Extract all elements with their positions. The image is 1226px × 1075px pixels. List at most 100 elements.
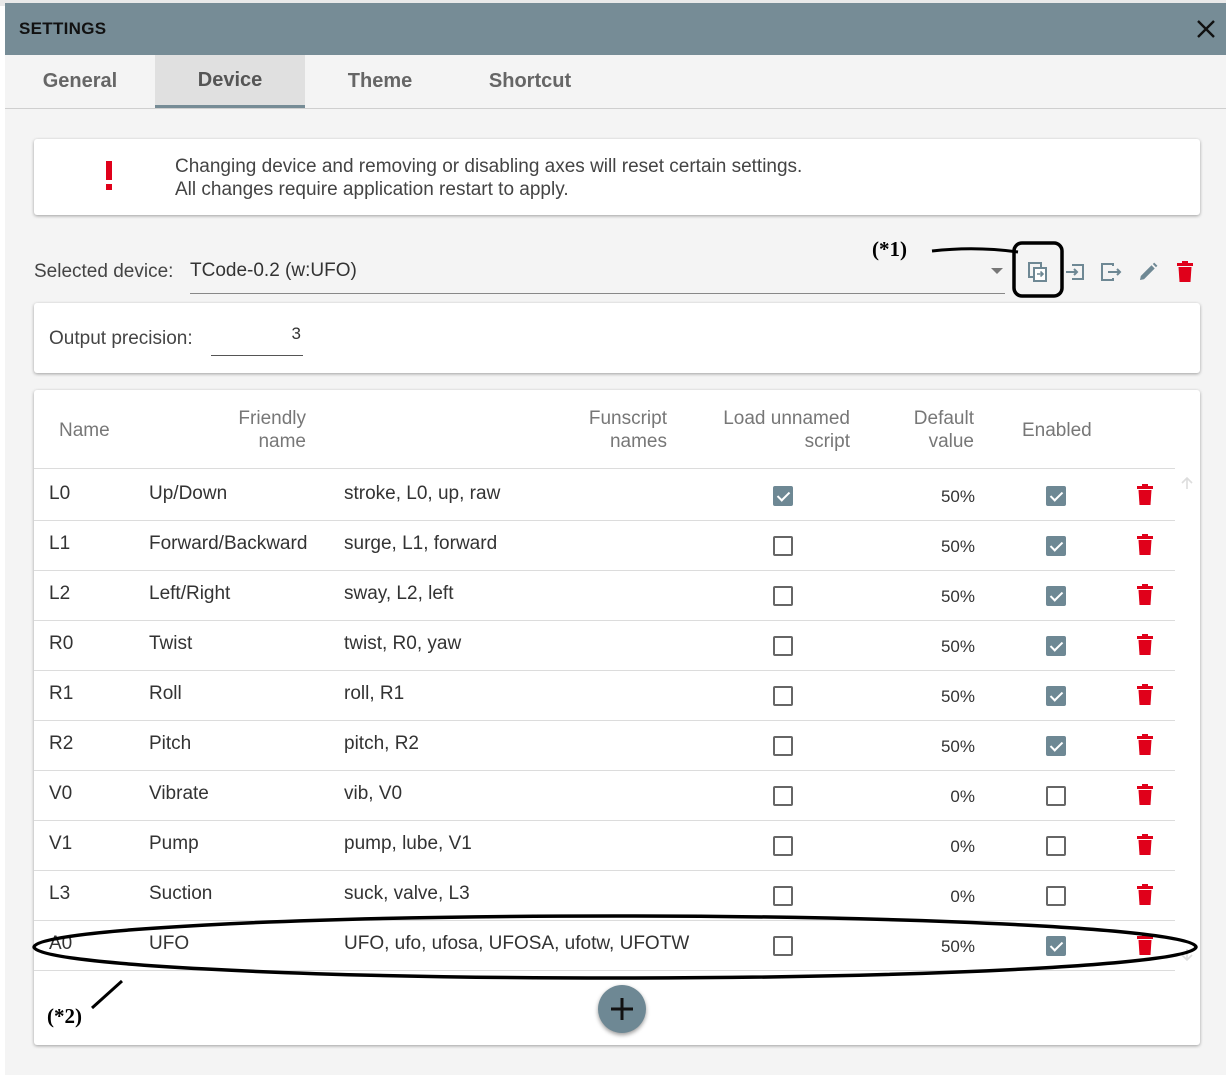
scroll-down-icon bbox=[1181, 949, 1193, 962]
load-unnamed-checkbox[interactable] bbox=[773, 586, 793, 606]
axis-friendly-name[interactable]: Twist bbox=[149, 633, 192, 655]
axis-friendly-name[interactable]: Vibrate bbox=[149, 783, 209, 805]
alert-message: Changing device and removing or disablin… bbox=[175, 155, 802, 201]
trash-icon bbox=[1137, 784, 1153, 805]
axis-default-value[interactable]: 50% bbox=[941, 737, 975, 757]
header-friendly-line-1: Friendly bbox=[238, 408, 306, 429]
axis-funscript-names[interactable]: pitch, R2 bbox=[344, 733, 419, 755]
delete-axis-button[interactable] bbox=[1136, 584, 1156, 606]
header-funscript-names: Funscript names bbox=[567, 407, 667, 453]
axis-default-value[interactable]: 50% bbox=[941, 537, 975, 557]
axis-default-value[interactable]: 50% bbox=[941, 687, 975, 707]
delete-axis-button[interactable] bbox=[1136, 934, 1156, 956]
delete-axis-button[interactable] bbox=[1136, 484, 1156, 506]
axes-table: Name Friendly name Funscript names Load … bbox=[34, 390, 1200, 1045]
axis-friendly-name[interactable]: Left/Right bbox=[149, 583, 230, 605]
output-precision-input[interactable]: 3 bbox=[211, 324, 303, 356]
copy-device-button[interactable] bbox=[1024, 258, 1052, 286]
import-icon bbox=[1066, 264, 1084, 280]
delete-axis-button[interactable] bbox=[1136, 684, 1156, 706]
dialog-title: SETTINGS bbox=[19, 19, 107, 38]
header-friendly-line-2: name bbox=[258, 431, 306, 452]
import-device-button[interactable] bbox=[1061, 258, 1089, 286]
axis-friendly-name[interactable]: Roll bbox=[149, 683, 182, 705]
tab-general[interactable]: General bbox=[5, 55, 155, 108]
annotation-label-1: (*1) bbox=[872, 237, 907, 261]
axis-funscript-names[interactable]: sway, L2, left bbox=[344, 583, 453, 605]
axis-funscript-names[interactable]: UFO, ufo, ufosa, UFOSA, ufotw, UFOTW bbox=[344, 933, 689, 955]
delete-axis-button[interactable] bbox=[1136, 884, 1156, 906]
alert-line-2: All changes require application restart … bbox=[175, 179, 569, 200]
header-enabled: Enabled bbox=[1022, 420, 1092, 441]
tab-device[interactable]: Device bbox=[155, 55, 305, 108]
selected-device-label: Selected device: bbox=[34, 261, 174, 282]
enabled-checkbox[interactable] bbox=[1046, 536, 1066, 556]
exclamation-icon bbox=[106, 161, 112, 190]
load-unnamed-checkbox[interactable] bbox=[773, 936, 793, 956]
load-unnamed-checkbox[interactable] bbox=[773, 836, 793, 856]
load-unnamed-checkbox[interactable] bbox=[773, 686, 793, 706]
axis-default-value[interactable]: 50% bbox=[941, 587, 975, 607]
enabled-checkbox[interactable] bbox=[1046, 736, 1066, 756]
table-row: L0 Up/Down stroke, L0, up, raw 50% bbox=[34, 470, 1175, 521]
table-row: R1 Roll roll, R1 50% bbox=[34, 670, 1175, 721]
enabled-checkbox[interactable] bbox=[1046, 636, 1066, 656]
delete-device-button[interactable] bbox=[1171, 258, 1199, 286]
scroll-up-icon bbox=[1181, 476, 1193, 489]
axis-default-value[interactable]: 50% bbox=[941, 937, 975, 957]
axis-name: R1 bbox=[49, 683, 74, 704]
axis-friendly-name[interactable]: Up/Down bbox=[149, 483, 227, 505]
axis-funscript-names[interactable]: twist, R0, yaw bbox=[344, 633, 461, 655]
enabled-checkbox[interactable] bbox=[1046, 786, 1066, 806]
axis-default-value[interactable]: 0% bbox=[950, 837, 975, 857]
axis-funscript-names[interactable]: pump, lube, V1 bbox=[344, 833, 472, 855]
axis-friendly-name[interactable]: Pump bbox=[149, 833, 199, 855]
export-device-button[interactable] bbox=[1097, 258, 1125, 286]
load-unnamed-checkbox[interactable] bbox=[773, 786, 793, 806]
delete-axis-button[interactable] bbox=[1136, 534, 1156, 556]
axis-funscript-names[interactable]: surge, L1, forward bbox=[344, 533, 497, 555]
axis-name: V0 bbox=[49, 783, 73, 804]
enabled-checkbox[interactable] bbox=[1046, 486, 1066, 506]
close-icon bbox=[1197, 20, 1215, 38]
edit-device-button[interactable] bbox=[1134, 258, 1162, 286]
header-funscript-line-2: names bbox=[609, 431, 667, 452]
delete-axis-button[interactable] bbox=[1136, 634, 1156, 656]
axis-friendly-name[interactable]: UFO bbox=[149, 933, 189, 955]
tab-theme[interactable]: Theme bbox=[305, 55, 455, 108]
axis-default-value[interactable]: 0% bbox=[950, 887, 975, 907]
load-unnamed-checkbox[interactable] bbox=[773, 886, 793, 906]
load-unnamed-checkbox[interactable] bbox=[773, 486, 793, 506]
enabled-checkbox[interactable] bbox=[1046, 936, 1066, 956]
load-unnamed-checkbox[interactable] bbox=[773, 636, 793, 656]
header-default-line-2: value bbox=[928, 431, 974, 452]
settings-dialog: SETTINGS General Device Theme Shortcut C… bbox=[5, 3, 1226, 1075]
load-unnamed-checkbox[interactable] bbox=[773, 536, 793, 556]
delete-axis-button[interactable] bbox=[1136, 834, 1156, 856]
add-axis-button[interactable] bbox=[598, 985, 646, 1033]
load-unnamed-checkbox[interactable] bbox=[773, 736, 793, 756]
axis-default-value[interactable]: 0% bbox=[950, 787, 975, 807]
close-button[interactable] bbox=[1186, 9, 1226, 49]
delete-axis-button[interactable] bbox=[1136, 734, 1156, 756]
trash-icon bbox=[1137, 534, 1153, 555]
enabled-checkbox[interactable] bbox=[1046, 586, 1066, 606]
tab-shortcut[interactable]: Shortcut bbox=[455, 55, 605, 108]
axis-name: L0 bbox=[49, 483, 71, 504]
enabled-checkbox[interactable] bbox=[1046, 836, 1066, 856]
axis-default-value[interactable]: 50% bbox=[941, 487, 975, 507]
axis-funscript-names[interactable]: stroke, L0, up, raw bbox=[344, 483, 500, 505]
header-default-value: Default value bbox=[894, 407, 974, 453]
axis-funscript-names[interactable]: vib, V0 bbox=[344, 783, 402, 805]
axis-friendly-name[interactable]: Forward/Backward bbox=[149, 533, 307, 555]
delete-axis-button[interactable] bbox=[1136, 784, 1156, 806]
axis-friendly-name[interactable]: Pitch bbox=[149, 733, 191, 755]
enabled-checkbox[interactable] bbox=[1046, 886, 1066, 906]
axis-funscript-names[interactable]: roll, R1 bbox=[344, 683, 404, 705]
enabled-checkbox[interactable] bbox=[1046, 686, 1066, 706]
table-row: L3 Suction suck, valve, L3 0% bbox=[34, 870, 1175, 921]
axis-friendly-name[interactable]: Suction bbox=[149, 883, 212, 905]
axis-default-value[interactable]: 50% bbox=[941, 637, 975, 657]
table-scrollbar[interactable] bbox=[1177, 470, 1197, 970]
axis-funscript-names[interactable]: suck, valve, L3 bbox=[344, 883, 470, 905]
